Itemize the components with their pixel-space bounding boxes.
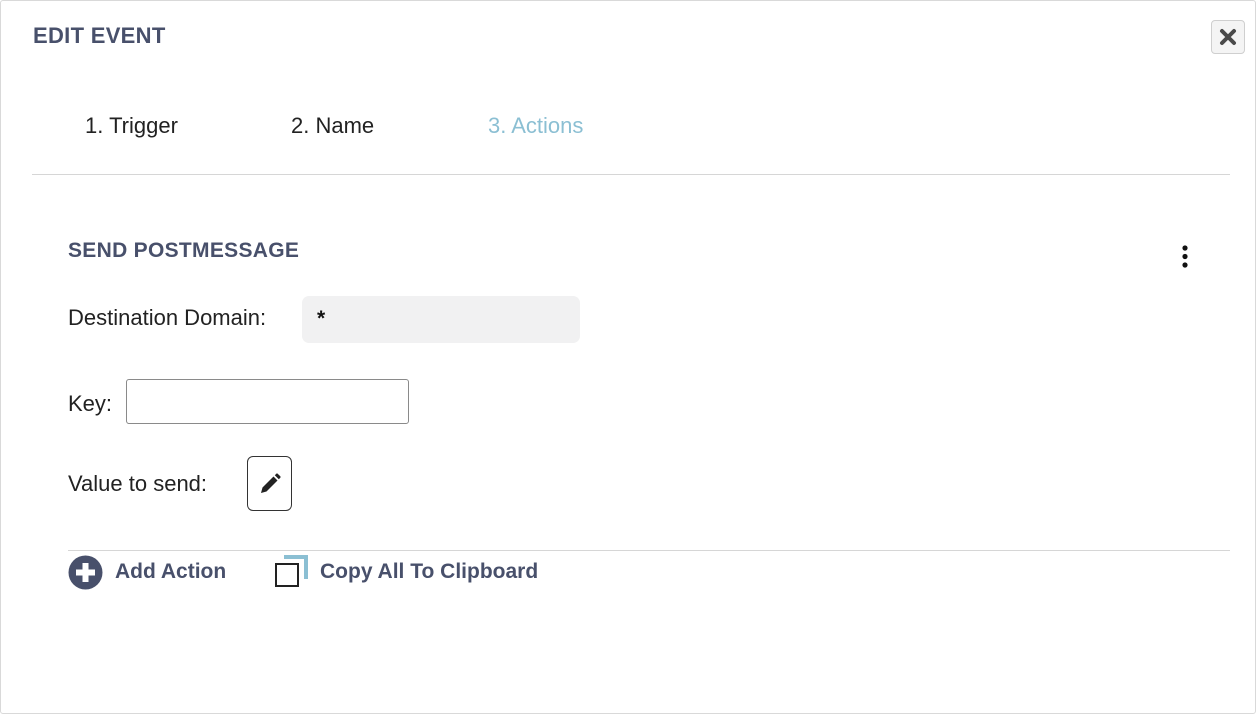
copy-all-button[interactable]: Copy All To Clipboard bbox=[274, 555, 538, 589]
action-menu-button[interactable] bbox=[1175, 243, 1195, 273]
tab-trigger[interactable]: 1. Trigger bbox=[85, 113, 178, 139]
destination-domain-label: Destination Domain: bbox=[68, 305, 267, 330]
add-action-label: Add Action bbox=[115, 560, 227, 583]
tab-actions[interactable]: 3. Actions bbox=[488, 113, 583, 139]
action-title: SEND POSTMESSAGE bbox=[68, 239, 300, 262]
key-label: Key: bbox=[68, 391, 113, 416]
copy-all-label: Copy All To Clipboard bbox=[320, 560, 539, 583]
add-action-button[interactable]: Add Action bbox=[68, 555, 226, 589]
copy-icon bbox=[275, 555, 308, 587]
dialog-title: EDIT EVENT bbox=[33, 23, 166, 48]
tabs-divider bbox=[32, 174, 1230, 175]
edit-event-dialog: EDIT EVENT 1. Trigger 2. Name 3. Actions… bbox=[0, 0, 1256, 714]
vertical-ellipsis-icon bbox=[1182, 245, 1188, 268]
key-input[interactable] bbox=[126, 379, 409, 424]
value-to-send-label: Value to send: bbox=[68, 471, 208, 496]
footer-divider bbox=[68, 550, 1230, 551]
tab-name[interactable]: 2. Name bbox=[291, 113, 374, 139]
close-x-icon bbox=[1220, 29, 1236, 45]
destination-domain-value: * bbox=[302, 296, 580, 343]
close-button[interactable] bbox=[1211, 20, 1245, 54]
plus-circle-icon bbox=[68, 555, 103, 589]
pencil-icon bbox=[260, 472, 281, 493]
edit-value-button[interactable] bbox=[247, 456, 292, 511]
